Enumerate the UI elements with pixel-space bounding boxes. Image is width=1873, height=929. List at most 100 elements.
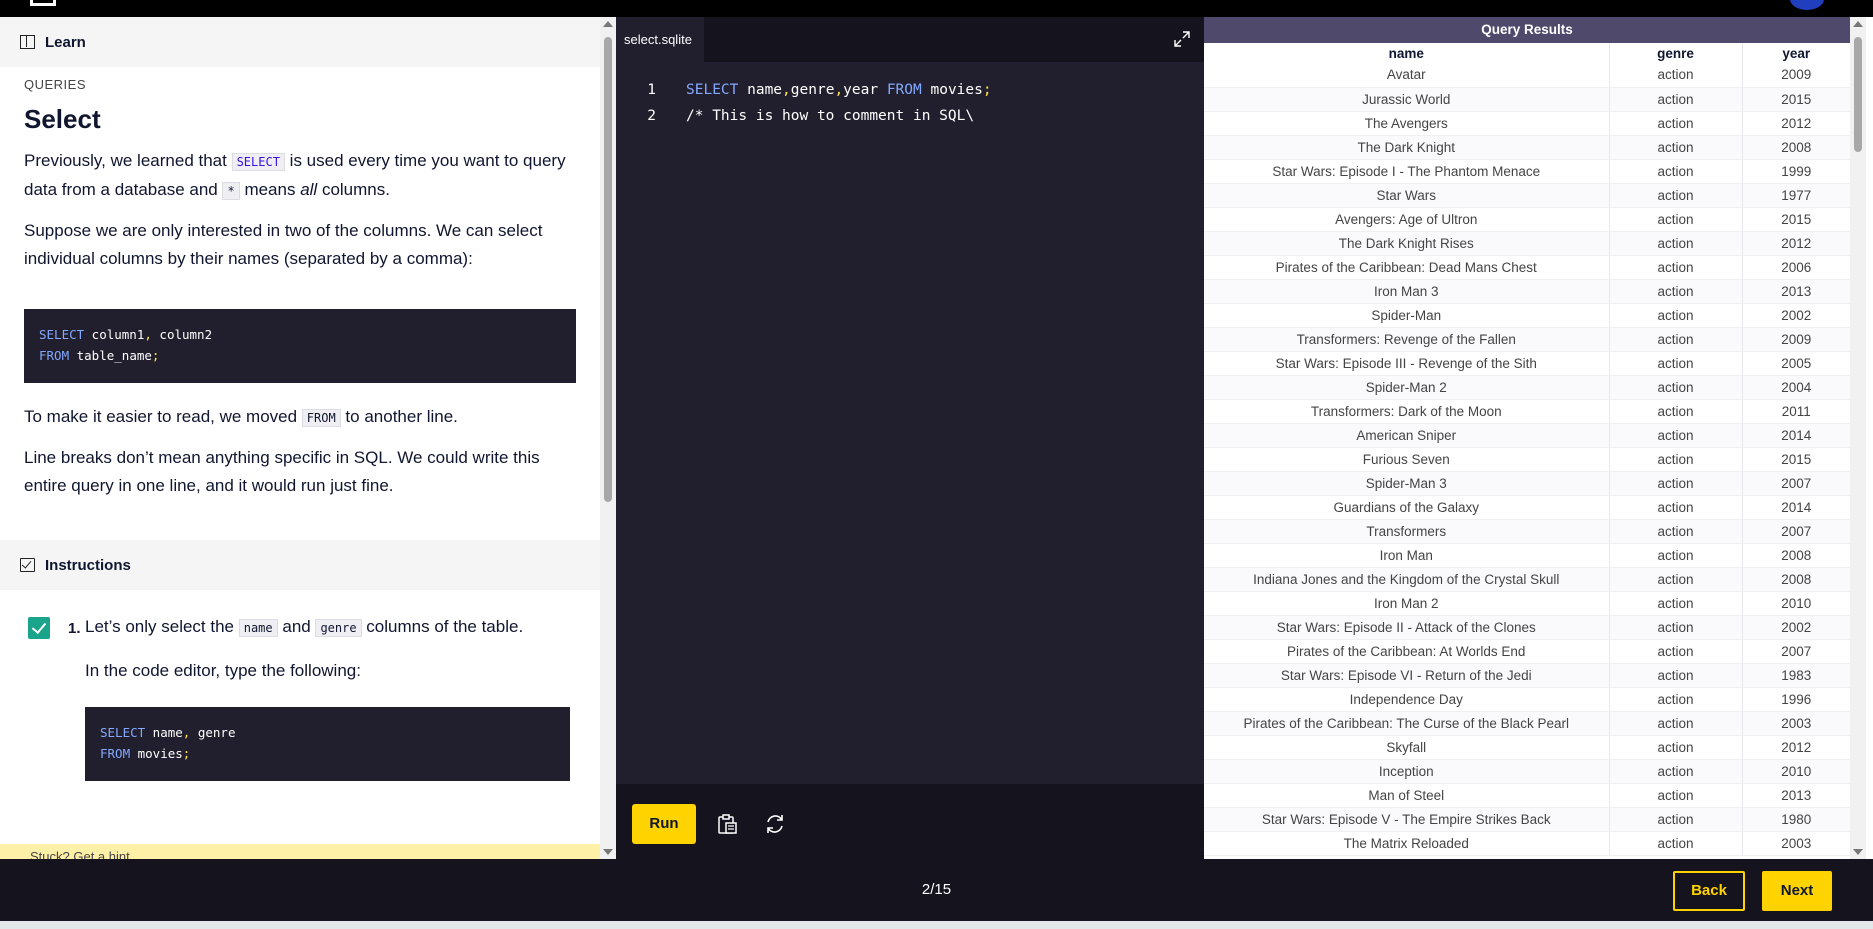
cell-name: Iron Man 3 [1204,279,1610,304]
scroll-up-icon[interactable] [1853,21,1863,27]
table-row: Indiana Jones and the Kingdom of the Cry… [1204,567,1850,592]
cell-name: Star Wars: Episode VI - Return of the Je… [1204,663,1610,688]
table-row: Avatar action 2009 [1204,63,1850,88]
cell-genre: action [1609,495,1743,520]
text: columns of the table. [361,617,524,636]
cell-genre: action [1609,207,1743,232]
cell-genre: action [1609,519,1743,544]
code-punct: , [782,82,791,98]
inline-code-from: FROM [301,409,341,427]
cell-genre: action [1609,183,1743,208]
table-row: The Avengers action 2012 [1204,111,1850,136]
table-row: Star Wars: Episode V - The Empire Strike… [1204,807,1850,832]
scroll-down-icon[interactable] [603,849,613,855]
cell-name: Jurassic World [1204,87,1610,112]
code-area[interactable]: 1 SELECT name,genre,year FROM movies; 2 … [616,77,992,129]
code-text: year [843,82,887,98]
run-button[interactable]: Run [632,804,696,844]
cell-year: 2008 [1742,135,1850,160]
cell-genre: action [1609,783,1743,808]
checkbox-icon [20,558,35,572]
avatar[interactable] [1790,0,1824,10]
instruction-subtext: In the code editor, type the following: [85,661,361,680]
clipboard-icon[interactable] [716,813,738,835]
scroll-thumb[interactable] [1854,37,1862,152]
cell-name: American Sniper [1204,423,1610,448]
back-button[interactable]: Back [1673,871,1745,911]
table-row: Pirates of the Caribbean: At Worlds End a… [1204,639,1850,664]
scroll-down-icon[interactable] [1853,849,1863,855]
code-text: movies [921,82,983,98]
editor-tab-bar: select.sqlite [616,17,1204,62]
line-number: 1 [647,82,656,98]
results-scrollbar[interactable] [1850,17,1866,859]
next-button[interactable]: Next [1762,871,1832,911]
cell-genre: action [1609,375,1743,400]
cell-genre: action [1609,159,1743,184]
cell-genre: action [1609,759,1743,784]
cell-name: Spider-Man 2 [1204,375,1610,400]
column-header-genre: genre [1609,43,1743,63]
code-punct: ; [982,82,992,98]
table-row: Iron Man 2 action 2010 [1204,591,1850,616]
code-line: 1 SELECT name,genre,year FROM movies; [616,77,992,103]
cell-genre: action [1609,639,1743,664]
cell-genre: action [1609,447,1743,472]
cell-name: Star Wars: Episode II - Attack of the Cl… [1204,615,1610,640]
cell-year: 1996 [1742,687,1850,712]
cell-year: 2012 [1742,231,1850,256]
scroll-up-icon[interactable] [603,21,613,27]
expand-icon[interactable] [1174,31,1190,47]
page-indicator: 2/15 [921,881,952,898]
cell-name: The Dark Knight Rises [1204,231,1610,256]
cell-genre: action [1609,543,1743,568]
cell-name: Pirates of the Caribbean: At Worlds End [1204,639,1610,664]
table-row: Jurassic World action 2015 [1204,87,1850,112]
cell-name: Spider-Man 3 [1204,471,1610,496]
cell-genre: action [1609,303,1743,328]
logo-icon[interactable] [30,0,56,6]
code-keyword: FROM [886,82,922,98]
text: Previously, we learned that [24,151,232,170]
lesson-content-2: To make it easier to read, we moved FROM… [24,403,576,500]
lesson-scrollbar[interactable] [600,17,616,859]
cell-year: 2005 [1742,351,1850,376]
checkmark-icon[interactable] [28,617,50,639]
cell-year: 2009 [1742,63,1850,88]
table-row: Star Wars: Episode III - Revenge of the … [1204,351,1850,376]
cell-name: Star Wars: Episode III - Revenge of the … [1204,351,1610,376]
cell-genre: action [1609,687,1743,712]
table-row: Pirates of the Caribbean: Dead Mans Ches… [1204,255,1850,280]
cell-name: Indiana Jones and the Kingdom of the Cry… [1204,567,1610,592]
cell-genre: action [1609,231,1743,256]
code-punct: , [834,82,844,98]
cell-name: Pirates of the Caribbean: Dead Mans Ches… [1204,255,1610,280]
table-row: Star Wars action 1977 [1204,183,1850,208]
table-row: Independence Day action 1996 [1204,687,1850,712]
tab-select-sqlite[interactable]: select.sqlite [616,17,704,62]
cell-year: 2008 [1742,567,1850,592]
cell-year: 2007 [1742,519,1850,544]
cell-genre: action [1609,663,1743,688]
cell-year: 2007 [1742,471,1850,496]
code-text: genre [790,82,835,98]
cell-year: 2011 [1742,399,1850,424]
scroll-thumb[interactable] [604,37,612,502]
cell-year: 1977 [1742,183,1850,208]
table-row: Star Wars: Episode I - The Phantom Menac… [1204,159,1850,184]
emphasis: all [300,180,318,199]
table-row: Iron Man 3 action 2013 [1204,279,1850,304]
cell-year: 2002 [1742,303,1850,328]
query-results-title: Query Results [1204,17,1850,43]
column-header-year: year [1742,43,1850,63]
reset-icon[interactable] [764,813,786,835]
cell-year: 1980 [1742,807,1850,832]
footer-bar: 2/15 Back Next [0,859,1873,921]
text: means [239,180,301,199]
cell-genre: action [1609,831,1743,856]
instruction-text: Let’s only select the name and genre col… [85,617,565,637]
hint-bar[interactable]: Stuck? Get a hint [0,844,600,859]
cell-year: 2012 [1742,111,1850,136]
code-example-1: SELECT column1, column2 FROM table_name; [24,309,576,383]
lesson-paragraph-1: Previously, we learned that SELECT is us… [24,147,576,205]
